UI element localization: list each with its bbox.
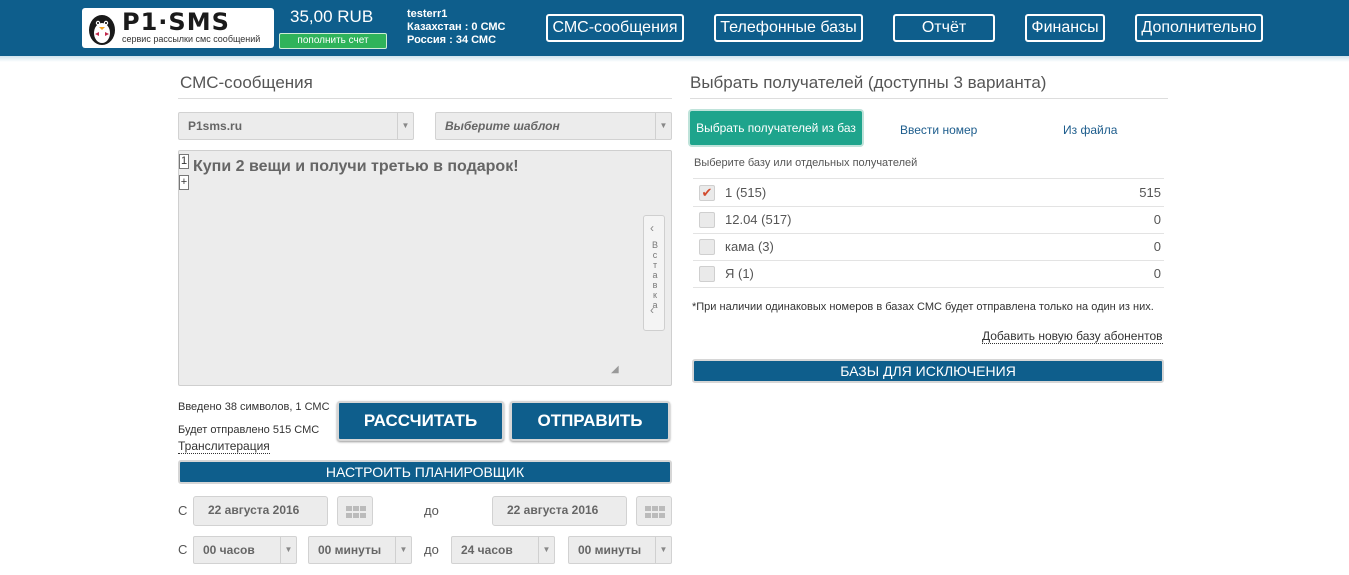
chevron-down-icon: ▼ [538,537,554,563]
p1sms-logo[interactable]: P1·SMS сервис рассылки смс сообщений [82,8,274,48]
recipients-title: Выбрать получателей (доступны 3 варианта… [690,73,1047,92]
base-label: 12.04 (517) [725,212,792,227]
message-text[interactable]: Купи 2 вещи и получи третью в подарок! [193,158,519,176]
base-label: Я (1) [725,266,754,281]
chevron-down-icon: ▼ [655,537,671,563]
base-count: 0 [1153,239,1161,254]
scheduler-button[interactable]: НАСТРОИТЬ ПЛАНИРОВЩИК [178,460,672,484]
minutes-to-value: 00 минуты [578,543,642,557]
hours-from-select[interactable]: 00 часов ▼ [193,536,297,564]
base-count: 0 [1153,266,1161,281]
date-to-field[interactable]: 22 августа 2016 [492,496,627,526]
template-placeholder: Выберите шаблон [445,119,560,133]
row-divider [693,233,1164,234]
calendar-icon [346,506,366,518]
hours-to-value: 24 часов [461,543,513,557]
nav-finance[interactable]: Финансы [1025,14,1105,42]
hours-to-select[interactable]: 24 часов ▼ [451,536,555,564]
line-number: 1 [179,154,189,169]
hours-from-value: 00 часов [203,543,255,557]
to-label: до [424,503,439,518]
row-divider [693,260,1164,261]
resize-grip-icon[interactable]: ◢ [611,364,621,375]
minutes-from-value: 00 минуты [318,543,382,557]
nav-additional[interactable]: Дополнительно [1135,14,1263,42]
message-textarea[interactable] [178,150,672,386]
checkmark-icon: ✔ [701,185,713,200]
row-divider [693,206,1164,207]
base-checkbox[interactable] [699,212,715,228]
nav-phone-bases[interactable]: Телефонные базы [714,14,863,42]
insert-label-char: а [652,270,658,280]
user-info: testerr1 Казахстан : 0 СМС Россия : 34 С… [407,8,506,47]
header-shadow [0,56,1349,62]
chevron-down-icon: ▼ [280,537,296,563]
calendar-icon [645,506,665,518]
base-checkbox[interactable]: ✔ [699,185,715,201]
russia-sms-count: Россия : 34 СМС [407,34,497,46]
logo-text: P1·SMS [122,8,230,36]
calendar-from-button[interactable] [337,496,373,526]
minutes-from-select[interactable]: 00 минуты ▼ [308,536,412,564]
minutes-to-select[interactable]: 00 минуты ▼ [568,536,672,564]
from-label: С [178,503,188,518]
sender-value: P1sms.ru [188,119,243,133]
base-label: 1 (515) [725,185,767,200]
recipients-hint: Выберите базу или отдельных получателей [694,157,918,169]
base-count: 515 [1139,185,1161,200]
will-send-info: Будет отправлено 515 СМС [178,424,320,436]
nav-sms-messages[interactable]: СМС-сообщения [546,14,684,42]
chevron-down-icon: ▼ [395,537,411,563]
topup-button[interactable]: пополнить счет [279,33,387,49]
insert-label-char: в [652,280,658,290]
penguin-logo-icon [89,15,115,45]
nav-report[interactable]: Отчёт [893,14,995,42]
template-select[interactable]: Выберите шаблон ▼ [435,112,672,140]
send-button[interactable]: ОТПРАВИТЬ [510,401,670,441]
kazakhstan-sms-count: Казахстан : 0 СМС [407,21,506,33]
calculate-button[interactable]: РАССЧИТАТЬ [337,401,504,441]
insert-label-char: т [652,260,658,270]
recipients-divider [690,98,1168,99]
calendar-to-button[interactable] [636,496,672,526]
base-count: 0 [1153,212,1161,227]
tab-select-from-bases[interactable]: Выбрать получателей из баз [690,111,862,145]
compose-title: СМС-сообщения [180,73,313,92]
add-line-icon[interactable]: + [179,175,189,190]
base-checkbox[interactable] [699,239,715,255]
exclusion-bases-button[interactable]: БАЗЫ ДЛЯ ИСКЛЮЧЕНИЯ [692,359,1164,383]
sender-select[interactable]: P1sms.ru ▼ [178,112,414,140]
insert-label-char: с [652,250,658,260]
username: testerr1 [407,8,448,20]
chevron-left-icon: ‹ [650,303,654,317]
base-checkbox[interactable] [699,266,715,282]
add-base-link[interactable]: Добавить новую базу абонентов [982,329,1163,344]
duplicate-note: *При наличии одинаковых номеров в базах … [692,301,1154,313]
to-time-label: до [424,542,439,557]
insert-label-char: В [651,240,658,250]
insert-label: Вставка [651,240,659,310]
account-balance: 35,00 RUB [290,7,374,26]
insert-label-char: к [653,290,657,300]
compose-divider [178,98,672,99]
logo-subtitle: сервис рассылки смс сообщений [122,34,261,44]
chars-info: Введено 38 символов, 1 СМС [178,401,330,413]
row-divider [693,287,1164,288]
from-time-label: С [178,542,188,557]
chevron-left-icon: ‹ [650,221,654,235]
chevron-down-icon: ▼ [655,113,671,139]
transliteration-link[interactable]: Транслитерация [178,439,270,454]
date-from-field[interactable]: 22 августа 2016 [193,496,328,526]
base-label: кама (3) [725,239,774,254]
tab-enter-number[interactable]: Ввести номер [900,123,977,137]
tab-from-file[interactable]: Из файла [1063,123,1117,137]
top-header: P1·SMS сервис рассылки смс сообщений 35,… [0,0,1349,56]
insert-panel-toggle[interactable]: ‹ Вставка ‹ [643,215,665,331]
row-divider [693,178,1164,179]
chevron-down-icon: ▼ [397,113,413,139]
